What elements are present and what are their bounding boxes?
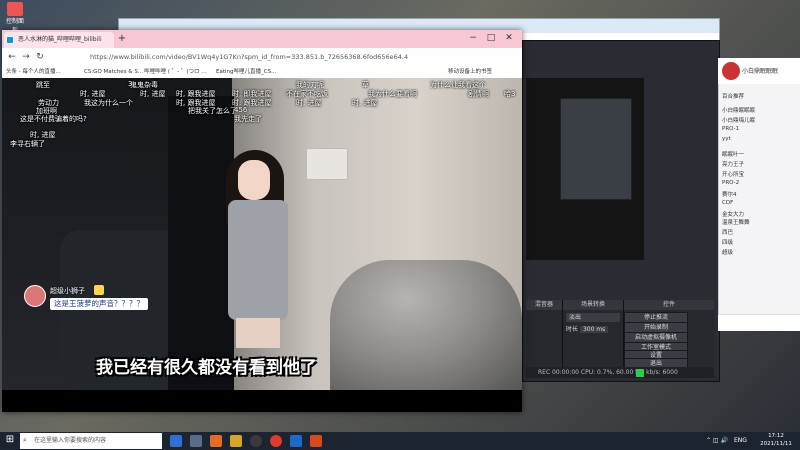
bookmark-item[interactable]: Eating哔哩儿直播_CS...: [216, 67, 276, 77]
chat-line[interactable]: yyt: [722, 136, 731, 142]
danmaku-comment: 这是不付费骗着的吗?: [20, 115, 87, 123]
close-button[interactable]: ✕: [502, 31, 516, 45]
bookmark-item[interactable]: CS:GO Matches & S...: [84, 67, 143, 77]
desktop-icon[interactable]: 控制面板: [4, 2, 26, 34]
obs-icon[interactable]: [250, 435, 262, 447]
status-indicator: [636, 369, 644, 377]
obs-transition-header: 场景转换: [563, 300, 623, 310]
danmaku-comment: 3: [128, 80, 133, 88]
maximize-button[interactable]: □: [484, 31, 498, 45]
duration-row: 时长 300 ms: [566, 325, 620, 334]
app-icon[interactable]: [310, 435, 322, 447]
chat-line[interactable]: 亮力王子: [722, 160, 744, 168]
chat-line[interactable]: 四级: [722, 238, 733, 246]
taskbar-clock[interactable]: 17:12 2021/11/11: [756, 432, 796, 450]
duration-input[interactable]: 300 ms: [579, 326, 609, 333]
search-placeholder: 在这里输入你要搜索的内容: [34, 437, 107, 444]
firefox-icon[interactable]: [210, 435, 222, 447]
danmaku-comment: 时, 进屋: [352, 99, 378, 107]
obs-controls-header: 控件: [624, 300, 714, 310]
video-scene-doorframe: [168, 96, 234, 390]
danmaku-comment: 456: [234, 106, 248, 114]
video-person-body: [228, 200, 288, 320]
chat-line[interactable]: 小白鼎眠眠眠: [722, 106, 755, 114]
chat-line[interactable]: 西巴: [722, 228, 733, 236]
windows-start-icon[interactable]: ⊞: [4, 434, 16, 446]
chat-line[interactable]: PRO-1: [722, 126, 739, 132]
tab-bilibili[interactable]: 恶人水淋的猫_哔哩哔哩_bilibili: [4, 32, 114, 48]
clock-date: 2021/11/11: [760, 441, 792, 447]
url-input[interactable]: https://www.bilibili.com/video/BV1Wq4y1G…: [90, 51, 420, 63]
danmaku-comment: 我这为什么一个: [84, 99, 133, 107]
video-person-face: [238, 160, 270, 200]
chat-line: 百合推荐: [722, 94, 745, 100]
control-panel-icon: [7, 2, 23, 16]
duration-label: 时长: [566, 326, 579, 333]
clock-time: 17:12: [768, 433, 784, 439]
gift-message: 这是王菠萝的声音？？？？: [50, 298, 148, 310]
tray-icons[interactable]: ⌃ ◫ 🔊: [706, 433, 728, 449]
back-button[interactable]: ←: [6, 50, 18, 64]
task-view-icon[interactable]: [190, 435, 202, 447]
refresh-button[interactable]: ↻: [34, 50, 46, 64]
chat-line[interactable]: 小白鼎嗨儿眠: [722, 116, 755, 124]
video-subtitle: 我已经有很久都没有看到他了: [96, 358, 317, 378]
danmaku-comment: 时, 进屋: [296, 99, 322, 107]
danmaku-comment: 时, 进屋: [140, 90, 166, 98]
chat-line[interactable]: CDF: [722, 200, 733, 206]
badge-icon: [94, 285, 104, 295]
bilibili-icon: [7, 37, 13, 43]
chat-footer: [718, 314, 800, 331]
bookmark-item[interactable]: 哔哩哔哩 ( ゜- ゜)つロ ...: [144, 67, 207, 77]
bookmark-item[interactable]: 移动设备上的书签: [448, 67, 492, 77]
chat-line[interactable]: 赛尔4: [722, 190, 737, 198]
bookmark-item[interactable]: 头条 - 每个人的直播...: [6, 67, 61, 77]
obs-status-bar: REC 00:00:00 CPU: 0.7%, 60.00 fps kb/s: …: [526, 367, 714, 378]
chat-line[interactable]: 超级: [722, 248, 733, 256]
folder-icon[interactable]: [230, 435, 242, 447]
danmaku-comment: 我先走了: [234, 115, 262, 123]
video-foreground-blur: [330, 260, 522, 390]
search-icon: ⌕: [23, 436, 27, 444]
chat-title: 小白鼎眠眠眠: [742, 68, 779, 75]
edge-icon[interactable]: [170, 435, 182, 447]
chat-line[interactable]: 开心所宝: [722, 170, 744, 178]
danmaku-comment: 哈3: [504, 90, 516, 98]
chat-line[interactable]: PRO-2: [722, 180, 739, 186]
forward-button[interactable]: →: [20, 50, 32, 64]
danmaku-comment: 剧情啊: [468, 90, 489, 98]
danmaku-comment: 把我关了怎么了: [188, 107, 237, 115]
new-tab-button[interactable]: +: [116, 32, 128, 46]
chat-line[interactable]: 金女大力: [722, 210, 744, 218]
transition-select[interactable]: 淡出: [566, 313, 620, 322]
steam-icon[interactable]: [290, 435, 302, 447]
ime-indicator[interactable]: ENG: [734, 433, 747, 449]
avatar: [24, 285, 46, 307]
gift-username: 超级小狮子: [50, 287, 85, 295]
avatar[interactable]: [722, 62, 740, 80]
video-person-legs: [236, 318, 280, 348]
danmaku-comment: 跳至: [36, 81, 50, 89]
video-scene-switch: [306, 148, 348, 180]
danmaku-comment: 李寻右辆了: [10, 140, 45, 148]
minimize-button[interactable]: −: [466, 31, 480, 45]
chat-line[interactable]: 温泉王舞舞: [722, 218, 750, 226]
video-bottom-bar: [2, 390, 522, 412]
chrome-icon[interactable]: [270, 435, 282, 447]
obs-nested-preview: [560, 98, 632, 200]
obs-mixer-header: 混音器: [526, 300, 562, 310]
chat-line[interactable]: 眠眠叶一: [722, 150, 744, 158]
